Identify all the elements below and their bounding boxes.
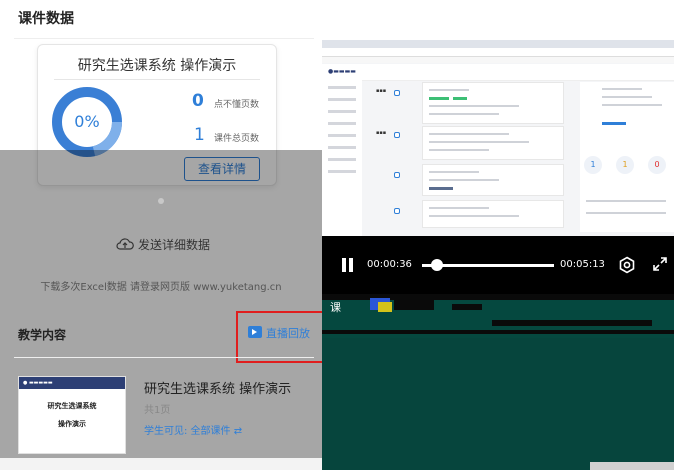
web-app-detail-panel: 1 1 0 — [580, 82, 674, 232]
web-app-header — [322, 64, 674, 81]
highlight-box — [236, 311, 322, 363]
sidebar-item — [328, 122, 356, 125]
mobile-courseware-panel: 课件数据 研究生选课系统 操作演示 0% 0 点不懂页数 1 课件总页数 查看详… — [0, 0, 322, 470]
fullscreen-icon[interactable] — [652, 256, 668, 272]
thumbnail-line1: 研究生选课系统 — [47, 402, 97, 410]
unclear-pages-label: 点不懂页数 — [214, 100, 260, 110]
tag — [429, 187, 453, 190]
text-line — [429, 113, 499, 115]
sidebar-item — [328, 158, 356, 161]
text-line — [429, 171, 479, 173]
text-line — [429, 215, 519, 217]
cloud-upload-icon — [116, 238, 134, 250]
browser-address-bar — [322, 48, 674, 57]
gear-icon[interactable] — [618, 256, 636, 274]
timeline-dot — [394, 132, 400, 138]
garbled-caption: 课 — [330, 301, 341, 314]
text-line — [586, 212, 666, 214]
text-line — [429, 133, 509, 135]
text-line — [429, 149, 489, 151]
card-title: 研究生选课系统 操作演示 — [77, 58, 237, 74]
timeline-card — [422, 82, 564, 124]
recorded-browser-screen: ●▬▬▬▬ ▪▪▪ ▪▪▪ 1 1 0 — [322, 40, 674, 246]
total-pages-label: 课件总页数 — [214, 134, 260, 144]
timeline-card — [422, 200, 564, 228]
courseware-page-count: 共1页 — [144, 405, 171, 416]
sidebar-item — [328, 146, 356, 149]
current-time: 00:00:36 — [367, 259, 412, 270]
sidebar-item — [328, 86, 356, 89]
stat-circle: 1 — [616, 156, 634, 174]
stat-circle: 0 — [648, 156, 666, 174]
timeline-dot — [394, 172, 400, 178]
page-indicator-dot — [158, 198, 164, 204]
web-app-timeline: ▪▪▪ ▪▪▪ — [372, 82, 572, 232]
text-line — [429, 141, 529, 143]
web-app-logo-icon: ●▬▬▬▬ — [328, 68, 356, 75]
courseware-title[interactable]: 研究生选课系统 操作演示 — [144, 378, 291, 397]
divider — [14, 38, 314, 39]
text-line — [429, 179, 499, 181]
thumbnail-line2: 操作演示 — [58, 420, 86, 428]
total-pages-count: 1 — [194, 125, 205, 145]
send-data-label[interactable]: 发送详细数据 — [138, 236, 210, 253]
timeline-card — [422, 126, 564, 160]
tag — [453, 97, 467, 100]
courseware-thumbnail[interactable]: ● ▬▬▬▬▬ 研究生选课系统 操作演示 — [18, 376, 126, 454]
timeline-dot — [394, 90, 400, 96]
web-app-sidebar — [322, 80, 362, 236]
timeline-date: ▪▪▪ — [376, 88, 387, 94]
progress-percent: 0% — [74, 112, 100, 131]
pause-icon[interactable] — [340, 258, 354, 272]
timeline-card — [422, 164, 564, 196]
text-line — [429, 89, 469, 91]
total-time: 00:05:13 — [560, 259, 605, 270]
sidebar-item — [328, 134, 356, 137]
glitched-video-strip — [322, 294, 674, 338]
timeline-dot — [394, 208, 400, 214]
sidebar-item — [328, 98, 356, 101]
student-visibility-toggle[interactable]: 学生可见: 全部课件 ⇄ — [144, 422, 242, 437]
text-line — [602, 88, 642, 90]
thumbnail-header: ● ▬▬▬▬▬ — [19, 377, 125, 389]
stat-circle: 1 — [584, 156, 602, 174]
tag — [602, 122, 626, 125]
page-title: 课件数据 — [18, 11, 74, 27]
video-replay-panel: ●▬▬▬▬ ▪▪▪ ▪▪▪ 1 1 0 00:00:36 00:05:13 课 — [322, 0, 674, 470]
browser-bookmarks-bar — [322, 57, 674, 63]
text-line — [602, 104, 662, 106]
text-line — [586, 200, 666, 202]
sidebar-item — [328, 170, 356, 173]
text-line — [429, 105, 519, 107]
unclear-pages-count: 0 — [192, 91, 204, 111]
sidebar-item — [328, 110, 356, 113]
divider — [14, 357, 314, 358]
bottom-strip — [0, 458, 322, 470]
text-line — [429, 207, 489, 209]
browser-tab-bar — [322, 40, 674, 48]
divider — [54, 79, 260, 80]
timeline-date: ▪▪▪ — [376, 130, 387, 136]
section-title: 教学内容 — [18, 328, 67, 342]
excel-download-hint: 下载多次Excel数据 请登录网页版 www.yuketang.cn — [40, 282, 282, 293]
text-line — [602, 96, 652, 98]
tag — [429, 97, 449, 100]
lower-right-block — [590, 462, 674, 470]
university-logo-icon: ● ▬▬▬▬▬ — [23, 380, 53, 386]
